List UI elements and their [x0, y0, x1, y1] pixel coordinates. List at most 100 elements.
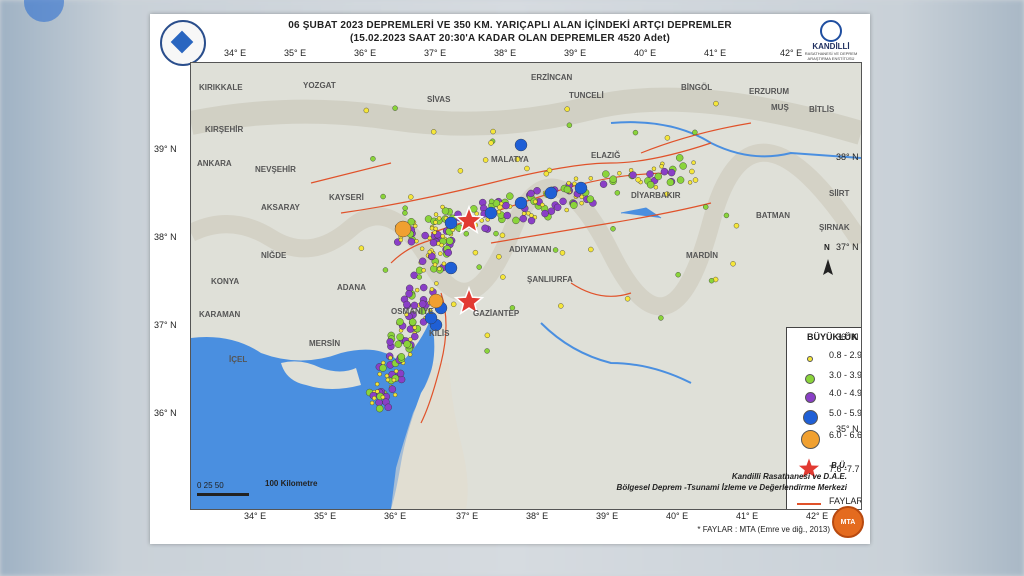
earthquake-point — [497, 204, 503, 211]
earthquake-point — [430, 129, 437, 135]
earthquake-point — [396, 318, 404, 326]
legend-symbol — [805, 374, 815, 384]
axis-top-tick: 37° E — [424, 48, 447, 58]
map-title-line1: 06 ŞUBAT 2023 DEPREMLERİ VE 350 KM. YARI… — [288, 20, 732, 31]
earthquake-point — [490, 128, 496, 135]
earthquake-point — [429, 287, 435, 292]
city-label: ANKARA — [197, 159, 232, 168]
axis-left-tick: 39° N — [154, 144, 177, 154]
axis-top-tick: 42° E — [780, 48, 803, 58]
city-label: ŞIRNAK — [819, 223, 850, 232]
earthquake-point — [664, 135, 671, 141]
earthquake-point — [579, 200, 584, 206]
earthquake-point — [446, 237, 454, 245]
axis-bottom-tick: 35° E — [314, 511, 337, 521]
legend-symbol — [807, 356, 813, 362]
city-label: BİTLİS — [809, 105, 835, 114]
city-label: NEVŞEHİR — [255, 165, 296, 174]
earthquake-point — [408, 194, 414, 200]
earthquake-point — [370, 156, 376, 162]
axis-top-tick: 38° E — [494, 48, 517, 58]
earthquake-point — [559, 250, 566, 256]
city-label: KONYA — [211, 277, 240, 286]
earthquake-point — [624, 296, 631, 302]
legend-symbol — [804, 391, 816, 403]
legend-row: 5.0 - 5.9 — [787, 406, 861, 426]
axis-right-tick: 38° N — [836, 152, 859, 162]
earthquake-point — [599, 180, 608, 188]
axis-bottom-tick: 41° E — [736, 511, 759, 521]
mta-logo: MTA — [832, 506, 864, 538]
earthquake-point — [540, 202, 545, 208]
earthquake-point — [416, 274, 423, 280]
earthquake-point — [375, 404, 384, 413]
earthquake-point — [503, 211, 511, 220]
earthquake-point — [533, 199, 538, 204]
city-label: YOZGAT — [303, 81, 336, 90]
earthquake-point — [428, 293, 444, 309]
earthquake-point — [675, 154, 684, 162]
earthquake-point — [614, 190, 621, 196]
earthquake-point — [484, 332, 491, 339]
earthquake-point — [407, 352, 413, 357]
earthquake-point — [573, 176, 579, 181]
earthquake-point — [484, 206, 498, 220]
earthquake-point — [369, 400, 375, 406]
earthquake-point — [658, 315, 664, 321]
earthquake-point — [385, 377, 391, 383]
earthquake-point — [384, 373, 390, 379]
city-label: ŞANLIURFA — [527, 275, 573, 284]
earthquake-point — [433, 220, 438, 225]
earthquake-point — [482, 157, 489, 163]
legend-symbol — [800, 429, 820, 449]
earthquake-point — [398, 237, 404, 243]
earthquake-point — [380, 193, 386, 200]
city-label: KARAMAN — [199, 310, 241, 319]
city-label: MALATYA — [491, 155, 529, 164]
earthquake-point — [586, 195, 595, 203]
legend-faults-label: FAYLAR (MTA) — [829, 496, 862, 506]
axis-bottom-tick: 38° E — [526, 511, 549, 521]
city-label: KİLİS — [429, 329, 450, 338]
earthquake-point — [418, 257, 427, 265]
fault-line-icon — [797, 503, 821, 505]
earthquake-point — [654, 172, 663, 181]
city-label: ERZİNCAN — [531, 73, 573, 82]
earthquake-point — [421, 268, 426, 273]
earthquake-point — [377, 371, 382, 377]
earthquake-point — [476, 264, 482, 270]
earthquake-point — [384, 403, 392, 411]
earthquake-point — [496, 209, 502, 215]
earthquake-point — [659, 164, 664, 169]
earthquake-point — [723, 212, 730, 219]
earthquake-point — [666, 178, 675, 186]
kandilli-logo-subtext: RASATHANESİ VE DEPREM ARAŞTIRMA ENSTİTÜS… — [804, 51, 858, 61]
earthquake-point — [646, 181, 655, 189]
earthquake-point — [588, 246, 594, 253]
legend-label: 4.0 - 4.9 — [829, 388, 862, 398]
city-label: GAZİANTEP — [473, 309, 520, 318]
earthquake-point — [429, 239, 438, 247]
earthquake-point — [733, 223, 740, 229]
earthquake-point — [358, 245, 365, 251]
axis-top-tick: 39° E — [564, 48, 587, 58]
city-label: MUŞ — [771, 103, 789, 112]
map-title-line2: (15.02.2023 SAAT 20:30'A KADAR OLAN DEPR… — [350, 33, 670, 44]
earthquake-point — [632, 129, 639, 136]
kandilli-mark-icon — [820, 20, 842, 42]
earthquake-point — [419, 246, 425, 251]
credit-line3: Bölgesel Deprem -Tsunami İzleme ve Değer… — [616, 483, 847, 492]
earthquake-point — [386, 338, 394, 346]
north-label: N — [824, 243, 830, 252]
city-label: MARDİN — [686, 251, 718, 260]
earthquake-point — [414, 287, 420, 293]
earthquake-point — [412, 325, 417, 330]
earthquake-point — [439, 242, 444, 248]
earthquake-point — [474, 211, 479, 216]
axis-bottom-tick: 36° E — [384, 511, 407, 521]
earthquake-point — [502, 201, 510, 210]
earthquake-point — [397, 353, 406, 361]
earthquake-point — [444, 248, 452, 257]
city-label: AKSARAY — [261, 203, 300, 212]
earthquake-point — [444, 261, 458, 275]
